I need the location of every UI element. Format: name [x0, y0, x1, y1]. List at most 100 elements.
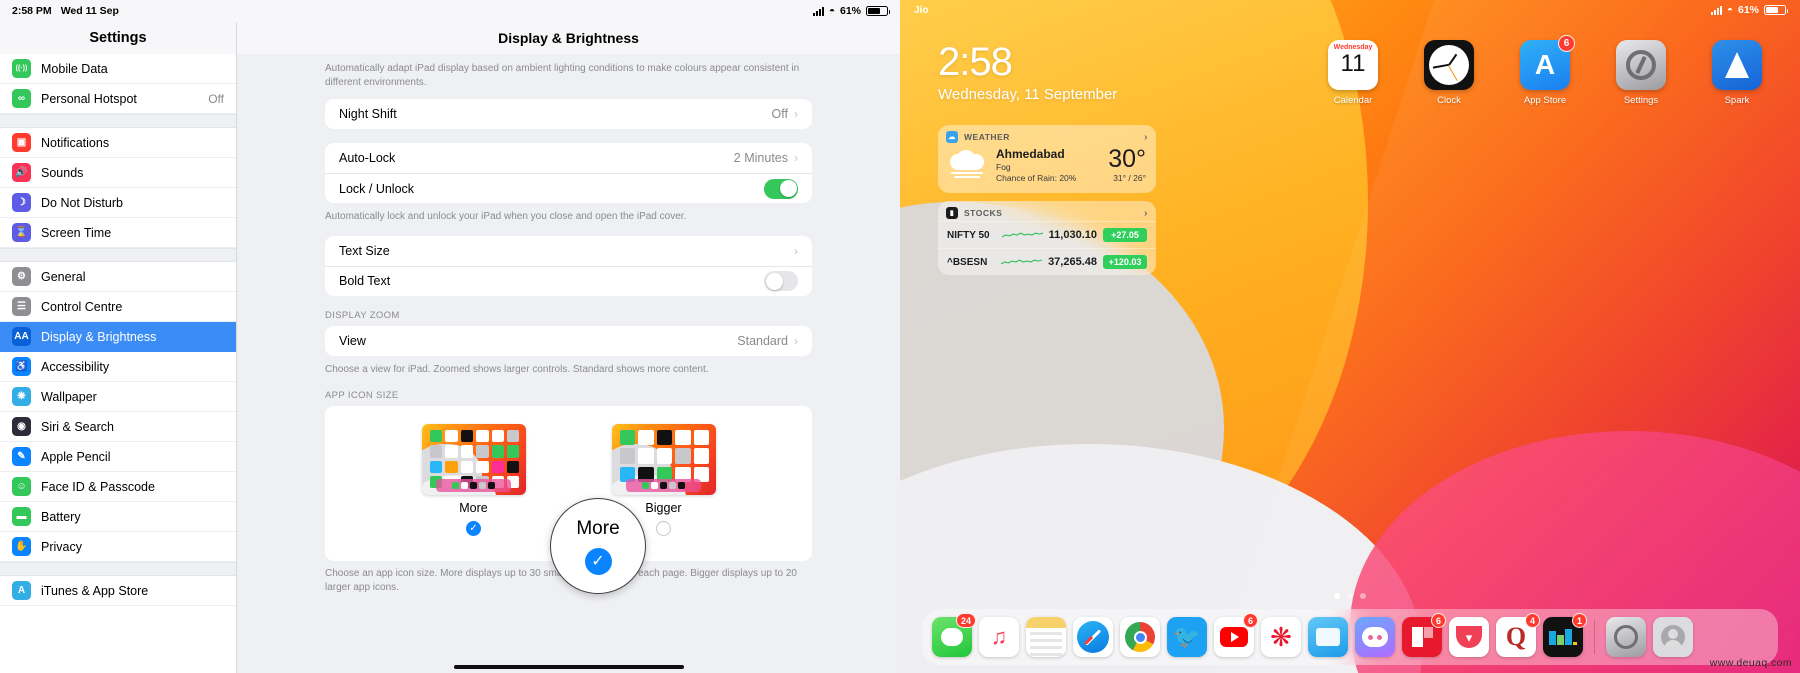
- sidebar-item-apple-pencil[interactable]: ✎ Apple Pencil: [0, 442, 236, 472]
- app-settings[interactable]: Settings: [1604, 40, 1678, 106]
- app-app-store[interactable]: A 6 App Store: [1508, 35, 1582, 106]
- lock-unlock-label: Lock / Unlock: [339, 181, 415, 196]
- chevron-right-icon[interactable]: ›: [1144, 132, 1148, 143]
- dock-quora[interactable]: Q4: [1496, 613, 1540, 657]
- bold-text-row[interactable]: Bold Text: [325, 265, 812, 296]
- app-calendar[interactable]: Wednesday 11 Calendar: [1316, 40, 1390, 106]
- view-row[interactable]: View Standard ›: [325, 326, 812, 356]
- app-label: Settings: [1623, 95, 1659, 106]
- sidebar-title: Settings: [0, 22, 236, 54]
- sidebar-item-sounds[interactable]: 🔊 Sounds: [0, 158, 236, 188]
- weather-city: Ahmedabad: [996, 147, 1065, 161]
- night-shift-value: Off: [771, 107, 788, 121]
- auto-lock-row[interactable]: Auto-Lock 2 Minutes ›: [325, 143, 812, 173]
- bigger-label: Bigger: [645, 501, 682, 515]
- app-spark[interactable]: Spark: [1700, 40, 1774, 106]
- badge-count: 6: [1558, 35, 1575, 52]
- home-indicator[interactable]: [453, 665, 684, 669]
- chevron-right-icon[interactable]: ›: [1144, 208, 1148, 219]
- sparkline-chart: [1001, 232, 1043, 238]
- sliders-icon: ☰: [12, 297, 31, 316]
- page-indicator[interactable]: [1334, 593, 1366, 599]
- option-more[interactable]: More ✓: [421, 424, 526, 561]
- sidebar-item-display-brightness[interactable]: AA Display & Brightness: [0, 322, 236, 352]
- sidebar-item-general[interactable]: ⚙ General: [0, 262, 236, 292]
- bigger-preview-icon: [611, 424, 716, 495]
- page-dot[interactable]: [1360, 593, 1366, 599]
- weather-widget-header: WEATHER: [964, 132, 1010, 142]
- stock-row[interactable]: ^BSESN 37,265.48 +120.03: [938, 248, 1156, 275]
- sidebar-item-itunes-app-store[interactable]: AiTunes & App Store: [0, 576, 236, 606]
- dock-camscanner[interactable]: ❋: [1261, 617, 1301, 657]
- settings-sidebar[interactable]: Settings ((·)) Mobile Data ∞ Personal Hotsp…: [0, 22, 237, 673]
- sounds-icon: 🔊: [12, 163, 31, 182]
- lock-unlock-toggle[interactable]: [764, 178, 798, 199]
- sidebar-item-screen-time[interactable]: ⌛ Screen Time: [0, 218, 236, 248]
- sidebar-item-label: Notifications: [41, 135, 110, 150]
- sidebar-item-wallpaper[interactable]: ❋ Wallpaper: [0, 382, 236, 412]
- dock-pocket[interactable]: ▾: [1449, 617, 1489, 657]
- gear-icon: ⚙: [12, 267, 31, 286]
- dock-music[interactable]: ♫: [979, 617, 1019, 657]
- sidebar-item-mobile-data[interactable]: ((·)) Mobile Data: [0, 54, 236, 84]
- wifi-icon: ◓: [828, 5, 835, 17]
- weather-widget[interactable]: ☁ WEATHER › Ahmedabad Fog Chance of Rain…: [938, 125, 1156, 193]
- dock-files[interactable]: [1308, 617, 1348, 657]
- dock[interactable]: 24 ♫ 🐦 6 ❋ 6 ▾ Q 4 1: [922, 609, 1778, 665]
- dock-safari[interactable]: [1073, 617, 1113, 657]
- dock-notes[interactable]: [1026, 617, 1066, 657]
- dock-youtube[interactable]: 6: [1214, 613, 1258, 657]
- dock-flipboard[interactable]: 6: [1402, 613, 1446, 657]
- bold-text-toggle[interactable]: [764, 271, 798, 291]
- chevron-right-icon: ›: [794, 243, 798, 258]
- ipad-split-screen: 2:58 PM Wed 11 Sep ◓ 61% Settings ((·)) M…: [0, 0, 1800, 673]
- sidebar-item-do-not-disturb[interactable]: ☽ Do Not Disturb: [0, 188, 236, 218]
- dock-contacts[interactable]: [1653, 617, 1693, 657]
- sidebar-item-label: iTunes & App Store: [41, 583, 149, 598]
- dock-divider: [1594, 620, 1595, 654]
- sidebar-list[interactable]: ((·)) Mobile Data ∞ Personal Hotspot Off ▣ Not…: [0, 54, 236, 673]
- more-radio[interactable]: ✓: [466, 521, 481, 536]
- stock-symbol: ^BSESN: [947, 256, 988, 268]
- night-shift-label: Night Shift: [339, 107, 397, 121]
- dock-apollo[interactable]: [1355, 617, 1395, 657]
- red-gear-icon: ❋: [1270, 621, 1292, 652]
- dock-messages[interactable]: 24: [932, 613, 976, 657]
- dock-mint[interactable]: 1: [1543, 613, 1587, 657]
- sidebar-item-battery[interactable]: ▬ Battery: [0, 502, 236, 532]
- view-note: Choose a view for iPad. Zoomed shows lar…: [325, 363, 709, 375]
- dock-twitter[interactable]: 🐦: [1167, 617, 1207, 657]
- stocks-widget[interactable]: ▮ STOCKS › NIFTY 50 11,030.10 +27.05 ^BSESN…: [938, 201, 1156, 275]
- text-size-row[interactable]: Text Size ›: [325, 236, 812, 266]
- bigger-radio[interactable]: [656, 521, 671, 536]
- sidebar-item-face-id-passcode[interactable]: ☺ Face ID & Passcode: [0, 472, 236, 502]
- sidebar-item-accessibility[interactable]: ♿ Accessibility: [0, 352, 236, 382]
- app-store-icon[interactable]: A6: [1520, 35, 1575, 90]
- app-label: Clock: [1437, 95, 1461, 106]
- dock-settings[interactable]: [1606, 617, 1646, 657]
- lock-unlock-row[interactable]: Lock / Unlock: [325, 173, 812, 203]
- weather-app-icon: ☁: [946, 131, 958, 143]
- sidebar-item-control-centre[interactable]: ☰ Control Centre: [0, 292, 236, 322]
- sidebar-item-siri-search[interactable]: ◉ Siri & Search: [0, 412, 236, 442]
- night-shift-row[interactable]: Night Shift Off ›: [325, 99, 812, 129]
- app-clock[interactable]: Clock: [1412, 40, 1486, 106]
- badge-count: 6: [1430, 613, 1446, 628]
- auto-lock-value: 2 Minutes: [733, 151, 788, 165]
- settings-gear-icon[interactable]: [1616, 40, 1666, 90]
- sidebar-item-personal-hotspot[interactable]: ∞ Personal Hotspot Off: [0, 84, 236, 114]
- stock-row[interactable]: NIFTY 50 11,030.10 +27.05: [938, 221, 1156, 248]
- status-time: 2:58 PM: [12, 5, 52, 17]
- dock-chrome[interactable]: [1120, 617, 1160, 657]
- sidebar-item-notifications[interactable]: ▣ Notifications: [0, 128, 236, 158]
- spark-mail-icon[interactable]: [1712, 40, 1762, 90]
- home-app-grid[interactable]: Wednesday 11 Calendar Clock A 6 App Store Setti…: [1316, 35, 1774, 106]
- chevron-right-icon: ›: [794, 333, 798, 348]
- page-dot[interactable]: [1334, 593, 1340, 599]
- text-size-label: Text Size: [339, 243, 390, 258]
- clock-icon[interactable]: [1424, 40, 1474, 90]
- magnifier-check-icon: ✓: [584, 547, 612, 575]
- page-dot[interactable]: [1347, 593, 1353, 599]
- calendar-icon[interactable]: Wednesday 11: [1328, 40, 1378, 90]
- sidebar-item-privacy[interactable]: ✋ Privacy: [0, 532, 236, 562]
